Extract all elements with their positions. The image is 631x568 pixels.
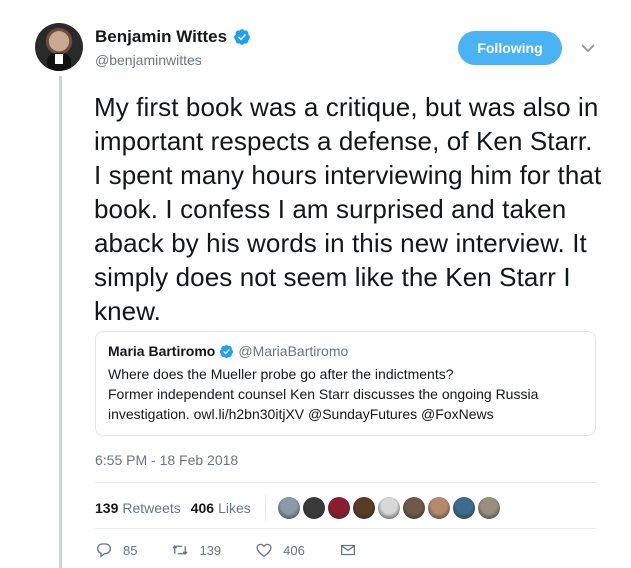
stats-separator <box>264 495 266 521</box>
liker-avatar[interactable] <box>352 497 375 519</box>
envelope-icon[interactable] <box>339 541 357 559</box>
divider <box>95 528 596 529</box>
quoted-tweet-text: Where does the Mueller probe go after th… <box>108 366 539 422</box>
liker-avatar[interactable] <box>452 497 475 519</box>
quoted-tweet-card[interactable]: Maria Bartiromo @MariaBartiromo Where do… <box>95 331 596 436</box>
likers-avatars[interactable] <box>277 497 500 519</box>
tweet-actions: 85 139 406 <box>95 541 391 559</box>
liker-avatar[interactable] <box>327 497 350 519</box>
retweet-action[interactable]: 139 <box>171 541 221 559</box>
quoted-tweet-header: Maria Bartiromo @MariaBartiromo <box>108 343 583 359</box>
tweet-stats: 139 Retweets 406 Likes <box>95 495 500 521</box>
likes-count[interactable]: 406 <box>191 500 214 516</box>
chevron-down-icon[interactable] <box>580 42 596 54</box>
following-button[interactable]: Following <box>458 31 562 65</box>
reply-icon[interactable] <box>95 541 113 559</box>
retweets-label[interactable]: Retweets <box>122 500 180 516</box>
tweet-text: My first book was a critique, but was al… <box>94 92 602 326</box>
liker-avatar[interactable] <box>477 497 500 519</box>
like-count: 406 <box>283 542 305 558</box>
liker-avatar[interactable] <box>377 497 400 519</box>
author-name-row[interactable]: Benjamin Wittes <box>95 27 251 47</box>
heart-icon[interactable] <box>255 541 273 559</box>
author-display-name[interactable]: Benjamin Wittes <box>95 27 227 47</box>
reply-count: 85 <box>123 542 138 558</box>
like-action[interactable]: 406 <box>255 541 305 559</box>
tweet-timestamp[interactable]: 6:55 PM - 18 Feb 2018 <box>95 452 238 468</box>
verified-badge-icon <box>234 29 250 45</box>
quoted-author-handle: @MariaBartiromo <box>238 343 349 359</box>
retweets-count[interactable]: 139 <box>95 500 118 516</box>
retweet-count: 139 <box>199 542 222 558</box>
liker-avatar[interactable] <box>427 497 450 519</box>
quoted-author-name: Maria Bartiromo <box>108 343 216 359</box>
author-avatar[interactable] <box>35 23 83 71</box>
likes-label[interactable]: Likes <box>218 500 251 516</box>
liker-avatar[interactable] <box>402 497 425 519</box>
thread-line <box>59 76 62 568</box>
author-handle[interactable]: @benjaminwittes <box>95 52 202 68</box>
liker-avatar[interactable] <box>277 497 300 519</box>
divider <box>95 482 596 483</box>
direct-message-action[interactable] <box>339 541 357 559</box>
reply-action[interactable]: 85 <box>95 541 137 559</box>
verified-badge-icon <box>220 344 234 358</box>
liker-avatar[interactable] <box>302 497 325 519</box>
retweet-icon[interactable] <box>171 541 189 559</box>
